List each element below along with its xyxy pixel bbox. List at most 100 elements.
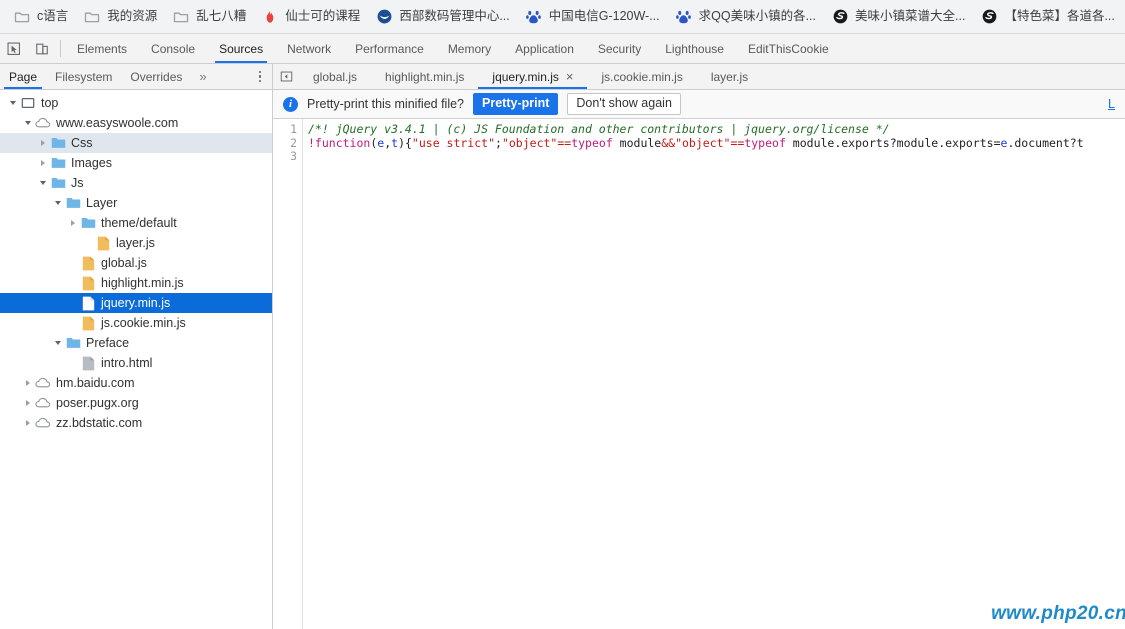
code-token-comment: /*! jQuery v3.4.1 | (c) JS Foundation an… <box>308 122 890 136</box>
tree-item[interactable]: hm.baidu.com <box>0 373 272 393</box>
chevron-right-icon[interactable] <box>66 217 79 230</box>
tree-item[interactable]: global.js <box>0 253 272 273</box>
devtools-tab-memory[interactable]: Memory <box>436 34 503 63</box>
dont-show-again-button[interactable]: Don't show again <box>567 93 681 116</box>
bookmark-item[interactable]: 仙士可的课程 <box>254 5 368 29</box>
chevron-down-icon[interactable] <box>21 117 34 130</box>
tree-item-label: Images <box>71 157 112 170</box>
devtools-tab-lighthouse[interactable]: Lighthouse <box>653 34 736 63</box>
tree-item[interactable]: top <box>0 93 272 113</box>
flame-favicon <box>262 9 278 25</box>
code-editor[interactable]: 123 /*! jQuery v3.4.1 | (c) JS Foundatio… <box>273 119 1125 629</box>
devtools-tab-network[interactable]: Network <box>275 34 343 63</box>
device-toolbar-icon[interactable] <box>28 34 56 63</box>
chevron-right-icon[interactable] <box>21 397 34 410</box>
pretty-print-button[interactable]: Pretty-print <box>473 93 558 116</box>
navigator-tab-filesystem[interactable]: Filesystem <box>46 64 121 89</box>
tree-item-label: intro.html <box>101 357 152 370</box>
devtools-tab-label: Performance <box>355 42 424 56</box>
file-tab[interactable]: js.cookie.min.js <box>587 64 696 89</box>
tree-item[interactable]: poser.pugx.org <box>0 393 272 413</box>
code-token-operator: == <box>557 136 571 150</box>
file-tree[interactable]: topwww.easyswoole.comCss Images JsLayer the… <box>0 90 272 629</box>
chevron-right-icon[interactable] <box>21 417 34 430</box>
devtools-tab-label: Elements <box>77 42 127 56</box>
code-token-string: "object" <box>675 136 730 150</box>
devtools-window: Elements ConsoleSourcesNetwork Performance… <box>0 34 1125 629</box>
code-token-function-keyword: !function <box>308 136 370 150</box>
code-token-typeof: typeof <box>744 136 786 150</box>
bookmark-item[interactable]: 乱七八糟 <box>165 5 254 29</box>
editor-pane: global.jshighlight.min.jsjquery.min.js×j… <box>273 64 1125 629</box>
code-token-punct: ){ <box>398 136 412 150</box>
cloud-icon <box>35 375 51 391</box>
chevron-down-icon[interactable] <box>36 177 49 190</box>
chevron-down-icon[interactable] <box>51 197 64 210</box>
chevron-down-icon[interactable] <box>6 97 19 110</box>
bookmark-item[interactable]: 【特色菜】各道各... <box>973 5 1122 29</box>
tree-item-label: theme/default <box>101 217 177 230</box>
navigator-more-tabs-button[interactable]: » <box>191 64 214 89</box>
devtools-tab-security[interactable]: Security <box>586 34 653 63</box>
file-tab[interactable]: jquery.min.js × <box>478 64 587 89</box>
tree-item[interactable]: intro.html <box>0 353 272 373</box>
navigator-tab-label: Overrides <box>130 70 182 84</box>
devtools-tab-application[interactable]: Application <box>503 34 586 63</box>
folder-blue-icon <box>50 155 66 171</box>
file-js-selected-icon <box>80 295 96 311</box>
navigator-tabs: PageFilesystem Overrides » <box>0 64 272 90</box>
bookmark-item[interactable]: 我的资源 <box>76 5 165 29</box>
tree-item[interactable]: jquery.min.js <box>0 293 272 313</box>
tree-item[interactable]: zz.bdstatic.com <box>0 413 272 433</box>
devtools-tab-label: Memory <box>448 42 491 56</box>
file-tabs-list-icon[interactable] <box>273 64 299 89</box>
tree-item[interactable]: Js <box>0 173 272 193</box>
navigator-tab-overrides[interactable]: Overrides <box>121 64 191 89</box>
code-token-identifier: .document?t <box>1007 136 1083 150</box>
chevron-right-icon[interactable] <box>21 377 34 390</box>
chevron-right-icon[interactable] <box>36 157 49 170</box>
tree-item[interactable]: highlight.min.js <box>0 273 272 293</box>
code-content[interactable]: /*! jQuery v3.4.1 | (c) JS Foundation an… <box>303 119 1125 629</box>
navigator-options-kebab-icon[interactable] <box>248 64 272 89</box>
file-tab-label: jquery.min.js <box>492 70 558 84</box>
bookmark-label: 我的资源 <box>107 10 157 23</box>
file-js-icon <box>80 275 96 291</box>
bookmark-item[interactable]: 中国电信G-120W-... <box>518 5 668 29</box>
chevron-right-icon[interactable] <box>36 137 49 150</box>
baidu-favicon <box>526 9 542 25</box>
tree-item[interactable]: layer.js <box>0 233 272 253</box>
tree-item[interactable]: Layer <box>0 193 272 213</box>
close-icon[interactable]: × <box>566 70 574 83</box>
file-tab[interactable]: global.js <box>299 64 371 89</box>
chevron-down-icon[interactable] <box>51 337 64 350</box>
bookmark-item[interactable]: c语言 <box>6 5 76 29</box>
tree-item[interactable]: js.cookie.min.js <box>0 313 272 333</box>
devtools-tab-sources[interactable]: Sources <box>207 34 275 63</box>
devtools-main-toolbar: Elements ConsoleSourcesNetwork Performance… <box>0 34 1125 64</box>
bookmarks-bar: c语言 我的资源乱七八糟仙士可的课程西部数码管理中心...中国电信G-120W-.… <box>0 0 1125 34</box>
folder-icon <box>173 9 189 25</box>
devtools-tab-editthiscookie[interactable]: EditThisCookie <box>736 34 841 63</box>
file-tab[interactable]: highlight.min.js <box>371 64 478 89</box>
code-token-identifier: module <box>613 136 661 150</box>
devtools-tab-elements[interactable]: Elements <box>65 34 139 63</box>
devtools-tab-console[interactable]: Console <box>139 34 207 63</box>
bookmark-item[interactable]: 美味小镇菜谱大全... <box>824 5 973 29</box>
tree-item[interactable]: Preface <box>0 333 272 353</box>
tree-item[interactable]: www.easyswoole.com <box>0 113 272 133</box>
bookmark-item[interactable]: 求QQ美味小镇的各... <box>668 5 824 29</box>
editor-file-tabs: global.jshighlight.min.jsjquery.min.js×j… <box>273 64 1125 90</box>
infobar-learn-more-link[interactable]: L <box>1108 97 1115 111</box>
navigator-tab-page[interactable]: Page <box>0 64 46 89</box>
file-js-icon <box>80 255 96 271</box>
bookmark-item[interactable]: 西部数码管理中心... <box>368 5 517 29</box>
tree-item[interactable]: Css <box>0 133 272 153</box>
tree-item[interactable]: Images <box>0 153 272 173</box>
inspect-element-icon[interactable] <box>0 34 28 63</box>
devtools-tab-performance[interactable]: Performance <box>343 34 436 63</box>
tree-twisty-spacer <box>66 277 79 290</box>
tree-item[interactable]: theme/default <box>0 213 272 233</box>
file-tab[interactable]: layer.js <box>697 64 762 89</box>
bookmark-label: 【特色菜】各道各... <box>1004 10 1114 23</box>
